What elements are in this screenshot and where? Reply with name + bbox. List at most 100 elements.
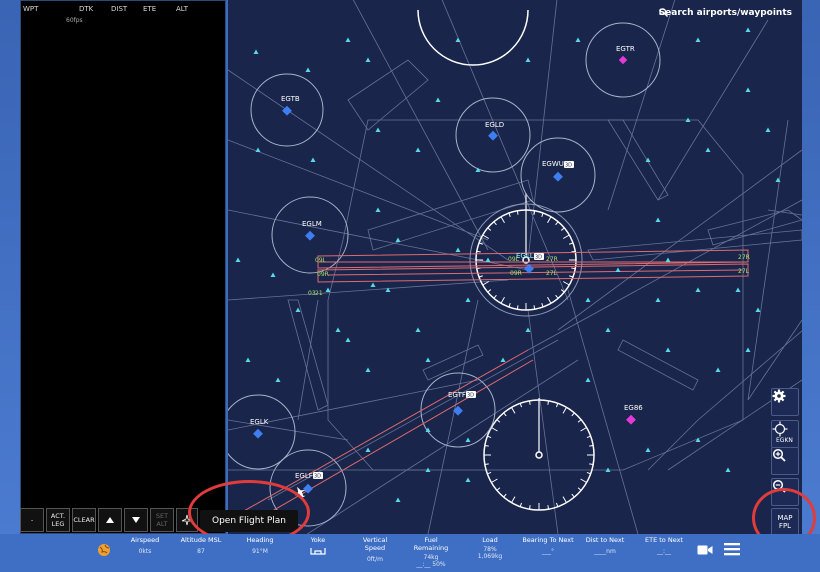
waypoint-marker[interactable] xyxy=(465,297,471,303)
waypoint-marker[interactable] xyxy=(365,57,371,63)
waypoint-marker[interactable] xyxy=(275,377,281,383)
globe-icon[interactable] xyxy=(97,543,111,557)
waypoint-marker[interactable] xyxy=(305,67,311,73)
compass-tick xyxy=(519,403,523,408)
waypoint-marker[interactable] xyxy=(455,247,461,253)
move-down-button[interactable] xyxy=(124,508,148,532)
waypoint-marker[interactable] xyxy=(575,37,581,43)
waypoint-marker[interactable] xyxy=(645,447,651,453)
yoke-stat: Yoke xyxy=(305,536,331,556)
waypoint-marker[interactable] xyxy=(235,257,241,263)
waypoint-marker[interactable] xyxy=(375,127,381,133)
waypoint-marker[interactable] xyxy=(615,267,621,273)
waypoint-marker[interactable] xyxy=(335,327,341,333)
waypoint-marker[interactable] xyxy=(725,467,731,473)
move-up-button[interactable] xyxy=(98,508,122,532)
waypoint-marker[interactable] xyxy=(310,157,316,163)
waypoint-marker[interactable] xyxy=(415,327,421,333)
waypoint-marker[interactable] xyxy=(745,27,751,33)
waypoint-marker[interactable] xyxy=(705,147,711,153)
active-leg-button[interactable]: ACT. LEG xyxy=(46,508,70,532)
airport-egld-label: EGLD xyxy=(485,121,504,129)
waypoint-marker[interactable] xyxy=(765,127,771,133)
waypoint-marker[interactable] xyxy=(655,297,661,303)
waypoint-marker[interactable] xyxy=(455,37,461,43)
zoom-in-button[interactable] xyxy=(771,447,799,475)
compass-tick xyxy=(503,493,507,498)
map-canvas[interactable]: EGTR EGTB EGLD EGWU EGLM EGLL EGTF EG86 … xyxy=(228,0,802,534)
airport-markers[interactable] xyxy=(253,55,636,494)
airport-eglf-label: EGLF xyxy=(295,472,313,480)
airport-egld-marker[interactable] xyxy=(488,130,498,141)
compass-tick xyxy=(500,216,505,224)
waypoint-marker[interactable] xyxy=(745,347,751,353)
airport-eg86-marker[interactable] xyxy=(626,414,636,425)
waypoint-marker[interactable] xyxy=(665,347,671,353)
search-icon xyxy=(658,8,668,17)
waypoint-marker[interactable] xyxy=(715,367,721,373)
flight-plan-header: WPT DTK DIST ETE ALT xyxy=(21,5,225,17)
airport-eglm-marker[interactable] xyxy=(305,230,315,241)
waypoint-marker[interactable] xyxy=(365,367,371,373)
waypoint-marker[interactable] xyxy=(485,257,491,263)
waypoint-marker[interactable] xyxy=(395,497,401,503)
waypoint-marker[interactable] xyxy=(465,477,471,483)
waypoint-marker[interactable] xyxy=(435,97,441,103)
right-frame xyxy=(802,0,820,534)
waypoint-marker[interactable] xyxy=(325,287,331,293)
waypoint-marker[interactable] xyxy=(255,147,261,153)
waypoint-marker[interactable] xyxy=(525,57,531,63)
settings-button[interactable] xyxy=(771,388,799,416)
yoke-label: Yoke xyxy=(310,536,326,544)
waypoint-marker[interactable] xyxy=(655,217,661,223)
waypoint-marker[interactable] xyxy=(345,337,351,343)
waypoint-marker[interactable] xyxy=(585,377,591,383)
airport-egwu-marker[interactable] xyxy=(553,171,563,182)
waypoint-marker[interactable] xyxy=(295,307,301,313)
waypoint-marker[interactable] xyxy=(500,357,506,363)
compass-tick xyxy=(541,212,544,217)
waypoint-marker[interactable] xyxy=(665,257,671,263)
waypoint-marker[interactable] xyxy=(370,282,376,288)
dash-button[interactable]: - xyxy=(20,508,44,532)
menu-icon[interactable] xyxy=(724,542,740,556)
triangle-up-icon xyxy=(106,517,114,523)
waypoint-marker[interactable] xyxy=(375,207,381,213)
waypoint-marker[interactable] xyxy=(735,287,741,293)
waypoint-marker[interactable] xyxy=(755,307,761,313)
waypoint-marker[interactable] xyxy=(425,357,431,363)
heading-stat: Heading 91°M xyxy=(243,536,277,555)
compass-tick xyxy=(491,427,498,432)
compass-tick xyxy=(476,250,481,253)
compass-tick xyxy=(569,242,574,245)
gear-icon xyxy=(772,389,786,403)
waypoint-marker[interactable] xyxy=(605,327,611,333)
waypoint-marker[interactable] xyxy=(253,49,259,55)
waypoint-marker[interactable] xyxy=(270,272,276,278)
waypoint-marker[interactable] xyxy=(365,447,371,453)
col-dist: DIST xyxy=(111,5,128,13)
triangle-down-icon xyxy=(132,517,140,523)
waypoint-marker[interactable] xyxy=(415,147,421,153)
map-view[interactable]: EGTR EGTB EGLD EGWU EGLM EGLL EGTF EG86 … xyxy=(228,0,802,534)
clear-button[interactable]: CLEAR xyxy=(72,508,96,532)
waypoint-marker[interactable] xyxy=(465,437,471,443)
waypoint-marker[interactable] xyxy=(585,297,591,303)
altitude-label: Altitude MSL xyxy=(180,536,222,544)
airspeed-label: Airspeed xyxy=(130,536,160,544)
airport-egtf-marker[interactable] xyxy=(453,405,463,416)
waypoint-marker[interactable] xyxy=(345,37,351,43)
set-alt-button[interactable]: SET ALT xyxy=(150,508,174,532)
egwu-3d-badge-text: 3D xyxy=(565,163,572,169)
search-button[interactable]: Search airports/waypoints xyxy=(659,8,792,18)
airport-egtr-marker[interactable] xyxy=(618,55,628,65)
waypoint-marker[interactable] xyxy=(525,327,531,333)
waypoint-marker[interactable] xyxy=(695,287,701,293)
airport-eglk-marker[interactable] xyxy=(253,428,263,439)
status-bar: Airspeed 0kts Altitude MSL 87 Heading 91… xyxy=(0,534,820,572)
waypoint-marker[interactable] xyxy=(745,87,751,93)
camera-icon[interactable] xyxy=(697,544,713,556)
waypoint-marker[interactable] xyxy=(395,237,401,243)
waypoint-marker[interactable] xyxy=(245,357,251,363)
waypoint-marker[interactable] xyxy=(695,37,701,43)
